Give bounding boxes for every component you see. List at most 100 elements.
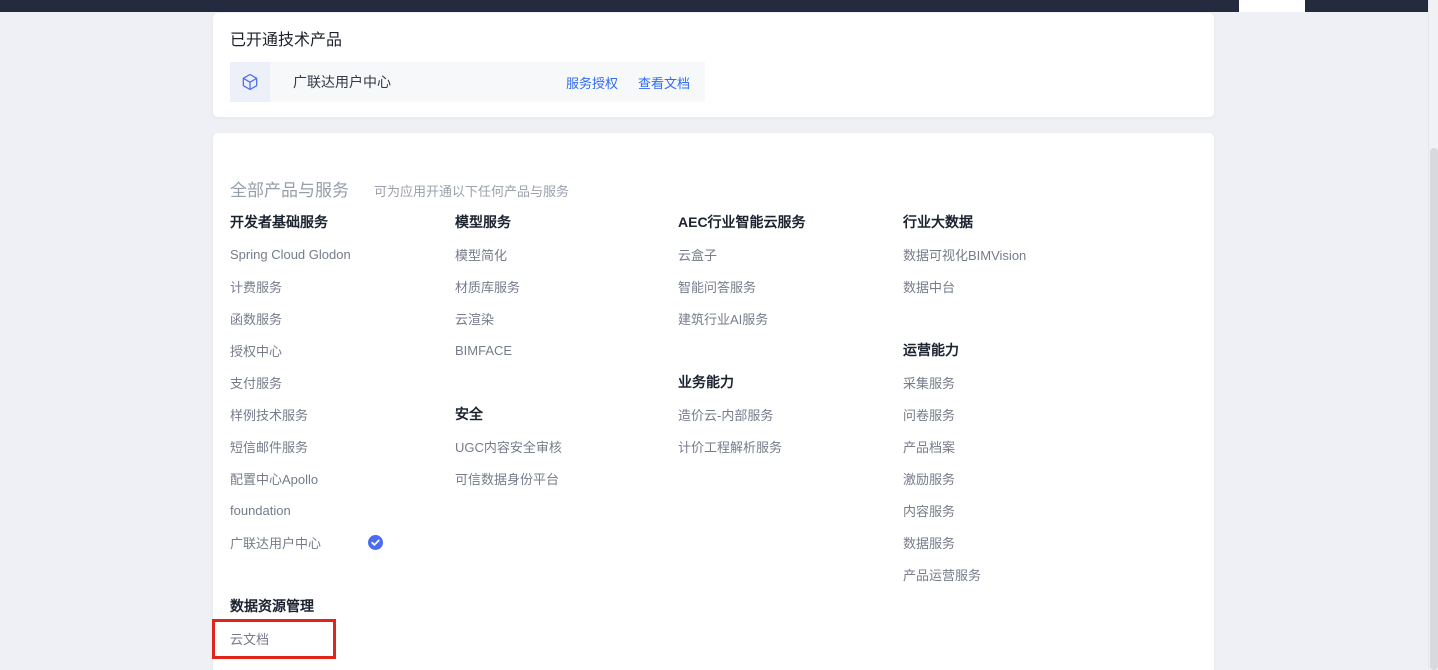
group-header: 业务能力 [678,366,896,398]
product-item-label: 函数服务 [230,309,282,328]
product-item[interactable]: 短信邮件服务 [230,430,448,462]
product-group: AEC行业智能云服务云盒子智能问答服务建筑行业AI服务 [678,206,896,334]
product-item-label: BIMFACE [455,343,512,358]
product-group: 数据资源管理云文档 [230,590,448,654]
product-columns: 开发者基础服务 Spring Cloud Glodon 计费服务函数服务授权中心支付… [230,206,1197,670]
product-item-label: 问卷服务 [903,405,955,424]
group-header: 行业大数据 [903,206,1121,238]
product-group: 运营能力采集服务问卷服务产品档案激励服务内容服务数据服务产品运营服务 [903,334,1121,590]
all-products-header: 全部产品与服务 可为应用开通以下任何产品与服务 [230,176,569,201]
group-header: 开发者基础服务 [230,206,448,238]
product-group: 业务能力造价云-内部服务计价工程解析服务 [678,366,896,462]
all-products-subtitle: 可为应用开通以下任何产品与服务 [374,181,569,200]
all-products-card: 全部产品与服务 可为应用开通以下任何产品与服务 开发者基础服务 Spring Cl… [213,133,1214,670]
page: 已开通技术产品 广联达用户中心 服务授权 查看文档 全部产品与服务 可为应用开通… [0,0,1438,670]
product-item[interactable]: 数据可视化BIMVision [903,238,1121,270]
product-item-label: 云盒子 [678,245,717,264]
product-item-label: 样例技术服务 [230,405,308,424]
product-item[interactable]: 激励服务 [903,462,1121,494]
product-item-label: 数据服务 [903,533,955,552]
product-item-label: 数据可视化BIMVision [903,245,1026,264]
product-item[interactable]: 建筑行业AI服务 [678,302,896,334]
product-item[interactable]: 数据服务 [903,526,1121,558]
product-item[interactable]: Spring Cloud Glodon [230,238,448,270]
product-item[interactable]: 云渲染 [455,302,673,334]
activated-products-card: 已开通技术产品 广联达用户中心 服务授权 查看文档 [213,13,1214,117]
group-header: AEC行业智能云服务 [678,206,896,238]
product-item-label: 造价云-内部服务 [678,405,773,424]
product-item[interactable]: 计费服务 [230,270,448,302]
product-item[interactable]: 云盒子 [678,238,896,270]
product-name: 广联达用户中心 [293,72,391,92]
product-item-label: 材质库服务 [455,277,520,296]
product-item[interactable]: 模型简化 [455,238,673,270]
product-row-actions: 服务授权 查看文档 [566,73,705,92]
product-item-label: 内容服务 [903,501,955,520]
product-item[interactable]: 计价工程解析服务 [678,430,896,462]
product-item-label: 授权中心 [230,341,282,360]
product-item-label: 计费服务 [230,277,282,296]
product-item[interactable]: 配置中心Apollo [230,462,448,494]
product-item-label: 智能问答服务 [678,277,756,296]
product-item[interactable]: 函数服务 [230,302,448,334]
product-item[interactable]: 产品档案 [903,430,1121,462]
activated-products-title: 已开通技术产品 [230,26,342,50]
product-item[interactable]: 采集服务 [903,366,1121,398]
all-products-title: 全部产品与服务 [230,176,349,201]
product-item[interactable]: 支付服务 [230,366,448,398]
vertical-scrollbar[interactable] [1428,0,1438,670]
product-item-label: 支付服务 [230,373,282,392]
product-item-label: 短信邮件服务 [230,437,308,456]
product-item-label: 云文档 [230,629,269,648]
product-item[interactable]: UGC内容安全审核 [455,430,673,462]
group-header: 安全 [455,398,673,430]
product-item[interactable]: foundation [230,494,448,526]
group-header: 运营能力 [903,334,1121,366]
group-header: 数据资源管理 [230,590,448,622]
product-item-label: Spring Cloud Glodon [230,247,351,262]
product-item[interactable]: 智能问答服务 [678,270,896,302]
product-item[interactable]: 产品运营服务 [903,558,1121,590]
check-icon [368,535,383,550]
product-group: 行业大数据数据可视化BIMVision 数据中台 [903,206,1121,302]
product-item-label: 建筑行业AI服务 [678,309,768,328]
product-item-label: UGC内容安全审核 [455,437,562,456]
product-item[interactable]: 可信数据身份平台 [455,462,673,494]
product-item-label: 采集服务 [903,373,955,392]
topbar-white-segment [1239,0,1305,12]
product-column-2: 模型服务模型简化材质库服务云渲染 BIMFACE 安全 UGC内容安全审核可信数据身份… [455,206,673,494]
product-item-label: 可信数据身份平台 [455,469,559,488]
product-item-label: 计价工程解析服务 [678,437,782,456]
product-item-label: foundation [230,503,291,518]
product-item-label: 数据中台 [903,277,955,296]
scrollbar-thumb[interactable] [1430,148,1438,670]
product-item[interactable]: 材质库服务 [455,270,673,302]
product-item-label: 模型简化 [455,245,507,264]
product-item-label: 云渲染 [455,309,494,328]
product-icon-cell [230,62,270,102]
product-item-label: 产品运营服务 [903,565,981,584]
product-group: 开发者基础服务 Spring Cloud Glodon 计费服务函数服务授权中心支付… [230,206,448,558]
product-item-label: 配置中心Apollo [230,469,318,488]
product-item[interactable]: 样例技术服务 [230,398,448,430]
product-item[interactable]: 问卷服务 [903,398,1121,430]
product-item[interactable]: 造价云-内部服务 [678,398,896,430]
view-docs-link[interactable]: 查看文档 [638,73,690,92]
activated-product-row[interactable]: 广联达用户中心 服务授权 查看文档 [230,62,705,102]
product-item[interactable]: 云文档 [230,622,448,654]
group-header: 模型服务 [455,206,673,238]
product-item-label: 产品档案 [903,437,955,456]
product-column-4: 行业大数据数据可视化BIMVision 数据中台运营能力采集服务问卷服务产品档案激… [903,206,1121,590]
product-item[interactable]: 数据中台 [903,270,1121,302]
product-item[interactable]: 授权中心 [230,334,448,366]
topbar [0,0,1428,12]
product-group: 安全 UGC内容安全审核可信数据身份平台 [455,398,673,494]
product-item[interactable]: 内容服务 [903,494,1121,526]
product-item-label: 广联达用户中心 [230,533,321,552]
product-column-1: 开发者基础服务 Spring Cloud Glodon 计费服务函数服务授权中心支付… [230,206,448,654]
product-item[interactable]: BIMFACE [455,334,673,366]
product-item-label: 激励服务 [903,469,955,488]
service-authorization-link[interactable]: 服务授权 [566,73,618,92]
product-item[interactable]: 广联达用户中心 [230,526,448,558]
product-group: 模型服务模型简化材质库服务云渲染 BIMFACE [455,206,673,366]
